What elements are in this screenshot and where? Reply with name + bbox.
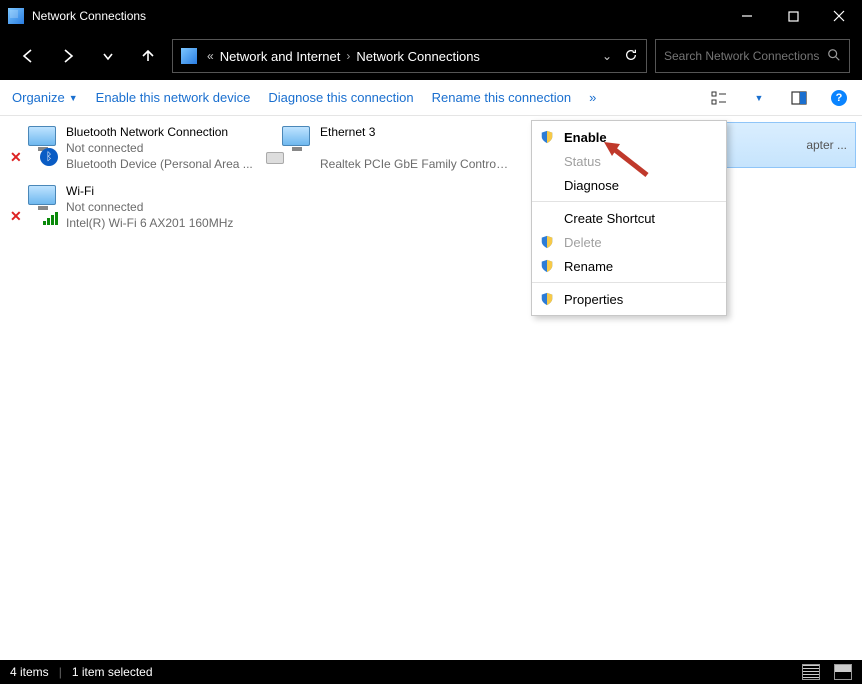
shield-icon (540, 292, 554, 306)
connection-name: Ethernet 3 (320, 124, 510, 140)
connection-desc: Realtek PCIe GbE Family Controll... (320, 156, 510, 172)
connection-item-ethernet[interactable]: Ethernet 3 Realtek PCIe GbE Family Contr… (260, 122, 514, 175)
connection-item-wifi[interactable]: ✕ Wi-Fi Not connected Intel(R) Wi-Fi 6 A… (6, 181, 260, 234)
connection-status: Not connected (66, 140, 253, 156)
window-title: Network Connections (32, 9, 146, 23)
menu-separator (532, 201, 726, 202)
back-button[interactable] (12, 40, 44, 72)
minimize-button[interactable] (724, 0, 770, 32)
shield-icon (540, 259, 554, 273)
rename-connection-button[interactable]: Rename this connection (432, 90, 571, 105)
maximize-button[interactable] (770, 0, 816, 32)
location-icon (181, 48, 197, 64)
context-menu-enable[interactable]: Enable (532, 125, 726, 149)
view-dropdown-icon[interactable]: ▼ (748, 87, 770, 109)
context-menu-rename[interactable]: Rename (532, 254, 726, 278)
large-icons-view-button[interactable] (834, 664, 852, 680)
app-icon (8, 8, 24, 24)
details-view-button[interactable] (802, 664, 820, 680)
connection-status: Not connected (66, 199, 233, 215)
breadcrumb-item[interactable]: Network and Internet (220, 49, 341, 64)
search-input[interactable] (664, 49, 827, 63)
diagnose-connection-button[interactable]: Diagnose this connection (268, 90, 413, 105)
connection-desc-tail: apter ... (806, 138, 847, 152)
shield-icon (540, 130, 554, 144)
history-dropdown-button[interactable] (92, 40, 124, 72)
context-menu-delete: Delete (532, 230, 726, 254)
menu-separator (532, 282, 726, 283)
shield-icon (540, 235, 554, 249)
context-menu-create-shortcut[interactable]: Create Shortcut (532, 206, 726, 230)
status-separator: | (59, 665, 62, 679)
enable-device-button[interactable]: Enable this network device (96, 90, 251, 105)
search-icon[interactable] (827, 48, 841, 65)
status-item-count: 4 items (10, 665, 49, 679)
ethernet-adapter-icon (264, 124, 312, 166)
refresh-button[interactable] (624, 48, 638, 65)
breadcrumb-item[interactable]: Network Connections (356, 49, 480, 64)
connection-item-bluetooth[interactable]: ✕ᛒ Bluetooth Network Connection Not conn… (6, 122, 260, 175)
help-button[interactable]: ? (828, 87, 850, 109)
breadcrumb-prefix: « (207, 49, 214, 63)
address-dropdown-icon[interactable]: ⌄ (602, 49, 612, 63)
view-options-button[interactable] (708, 87, 730, 109)
context-menu: Enable Status Diagnose Create Shortcut D… (531, 120, 727, 316)
search-box[interactable] (655, 39, 850, 73)
connection-desc: Intel(R) Wi-Fi 6 AX201 160MHz (66, 215, 233, 231)
connection-status (320, 140, 510, 156)
context-menu-properties[interactable]: Properties (532, 287, 726, 311)
chevron-right-icon[interactable]: › (346, 49, 350, 63)
connection-desc: Bluetooth Device (Personal Area ... (66, 156, 253, 172)
connection-name: Bluetooth Network Connection (66, 124, 253, 140)
up-button[interactable] (132, 40, 164, 72)
address-bar[interactable]: « Network and Internet › Network Connect… (172, 39, 647, 73)
context-menu-status: Status (532, 149, 726, 173)
connection-name: Wi-Fi (66, 183, 233, 199)
close-button[interactable] (816, 0, 862, 32)
forward-button[interactable] (52, 40, 84, 72)
organize-menu[interactable]: Organize▼ (12, 90, 78, 105)
toolbar-overflow-button[interactable]: » (589, 90, 596, 105)
status-selection-count: 1 item selected (72, 665, 153, 679)
preview-pane-button[interactable] (788, 87, 810, 109)
wifi-adapter-icon: ✕ (10, 183, 58, 225)
bluetooth-adapter-icon: ✕ᛒ (10, 124, 58, 166)
context-menu-diagnose[interactable]: Diagnose (532, 173, 726, 197)
